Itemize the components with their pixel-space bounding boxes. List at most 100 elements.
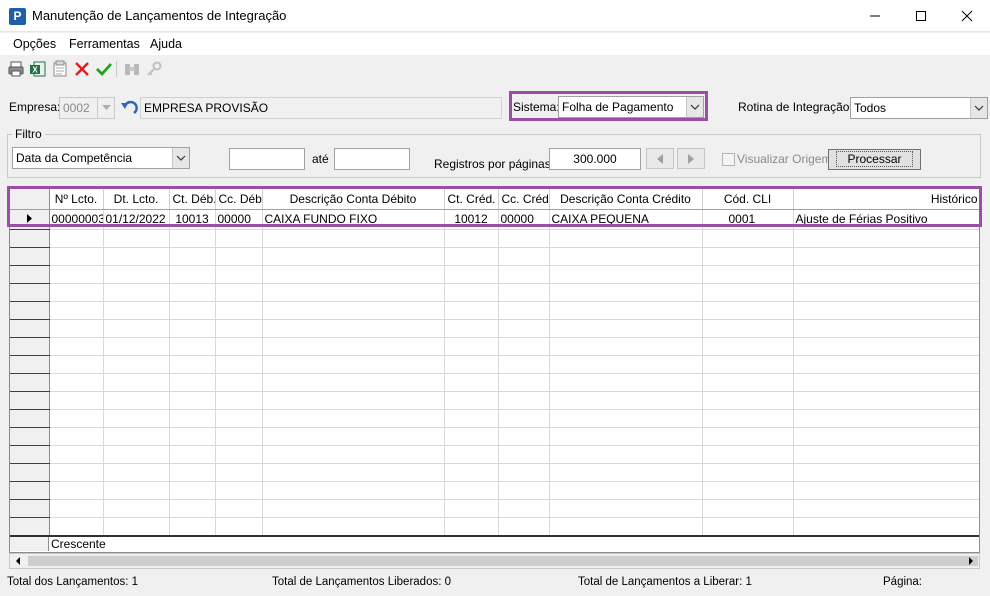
empty-cell (793, 355, 979, 374)
date-type-dropdown-button[interactable] (172, 148, 189, 168)
empty-cell (702, 337, 794, 356)
empty-cell (498, 391, 550, 410)
print-button[interactable] (7, 60, 25, 78)
date-to-input[interactable] (334, 148, 410, 170)
menu-ferramentas[interactable]: Ferramentas (69, 37, 140, 51)
empty-cell (702, 427, 794, 446)
delete-button[interactable] (73, 60, 91, 78)
prev-page-button[interactable] (646, 148, 674, 169)
empty-cell (49, 337, 104, 356)
empty-cell (549, 499, 703, 518)
empty-cell (549, 463, 703, 482)
excel-export-icon: X (30, 61, 46, 77)
excel-export-button[interactable]: X (29, 60, 47, 78)
empty-cell (793, 337, 979, 356)
empty-cell (262, 463, 445, 482)
empty-cell (793, 427, 979, 446)
empty-cell (103, 499, 170, 518)
empty-cell (103, 391, 170, 410)
empty-cell (169, 409, 216, 428)
empty-cell (793, 373, 979, 392)
empty-table-row (10, 229, 979, 248)
row-indicator (10, 517, 50, 536)
toolbar-separator (116, 61, 117, 77)
date-type-combo[interactable]: Data da Competência (12, 147, 190, 169)
rotina-dropdown-button[interactable] (970, 98, 987, 118)
visualizar-origem-checkbox[interactable] (722, 153, 735, 166)
menu-opcoes[interactable]: Opções (13, 37, 56, 51)
horizontal-scrollbar[interactable] (9, 553, 980, 569)
empty-cell (103, 517, 170, 536)
close-button[interactable] (944, 0, 990, 32)
empty-cell (103, 229, 170, 248)
empty-cell (215, 427, 263, 446)
empty-cell (444, 319, 499, 338)
empty-cell (103, 373, 170, 392)
empresa-name-field: EMPRESA PROVISÃO (140, 97, 502, 119)
row-indicator (10, 283, 50, 302)
maximize-button[interactable] (898, 0, 944, 32)
empty-cell (169, 373, 216, 392)
row-indicator (10, 445, 50, 464)
records-per-page-input[interactable]: 300.000 (549, 148, 641, 170)
process-button[interactable]: Processar (828, 149, 921, 170)
scroll-right-button[interactable] (963, 554, 979, 568)
confirm-button[interactable] (95, 60, 113, 78)
empty-cell (49, 481, 104, 500)
empty-cell (262, 391, 445, 410)
notes-button[interactable] (51, 60, 69, 78)
empty-cell (498, 355, 550, 374)
empty-cell (793, 283, 979, 302)
row-indicator (10, 229, 50, 248)
delete-icon (75, 62, 89, 76)
empresa-lookup-button[interactable] (118, 97, 140, 119)
row-indicator (10, 319, 50, 338)
date-from-input[interactable] (229, 148, 305, 170)
empty-table-row (10, 373, 979, 392)
empty-cell (215, 265, 263, 284)
empty-cell (702, 229, 794, 248)
empty-cell (444, 463, 499, 482)
empresa-code-combo[interactable]: 0002 (59, 97, 115, 119)
empty-cell (549, 373, 703, 392)
empty-cell (49, 409, 104, 428)
empresa-dropdown-button[interactable] (97, 98, 114, 118)
row-indicator (10, 499, 50, 518)
empty-cell (215, 229, 263, 248)
key-button[interactable] (145, 60, 163, 78)
menu-ajuda[interactable]: Ajuda (150, 37, 182, 51)
rotina-combo[interactable]: Todos (850, 97, 988, 119)
empty-cell (215, 301, 263, 320)
empty-cell (793, 391, 979, 410)
sistema-combo[interactable]: Folha de Pagamento (558, 96, 704, 118)
empty-cell (444, 499, 499, 518)
empty-cell (49, 355, 104, 374)
empty-cell (215, 337, 263, 356)
empty-cell (103, 409, 170, 428)
status-total-liberados: Total de Lançamentos Liberados: 0 (272, 576, 452, 588)
scroll-thumb[interactable] (28, 556, 978, 566)
lancamentos-grid: Nº Lcto. Dt. Lcto. Ct. Déb. Cc. Déb. Des… (9, 188, 980, 553)
empty-cell (549, 301, 703, 320)
sistema-dropdown-button[interactable] (686, 97, 703, 117)
empty-cell (169, 247, 216, 266)
row-indicator (10, 247, 50, 266)
empty-cell (262, 445, 445, 464)
status-bar: Total dos Lançamentos: 1 Total de Lançam… (0, 572, 990, 594)
scroll-left-button[interactable] (10, 554, 26, 568)
next-page-button[interactable] (677, 148, 705, 169)
empty-cell (444, 229, 499, 248)
empty-cell (444, 445, 499, 464)
empty-table-row (10, 517, 979, 536)
empty-cell (444, 517, 499, 536)
empty-cell (262, 481, 445, 500)
search-binoculars-button[interactable] (123, 60, 141, 78)
minimize-button[interactable] (852, 0, 898, 32)
status-total-lancamentos: Total dos Lançamentos: 1 (7, 576, 139, 588)
empty-cell (444, 373, 499, 392)
empty-cell (262, 337, 445, 356)
empty-cell (793, 265, 979, 284)
empty-cell (169, 301, 216, 320)
binoculars-icon (125, 64, 139, 75)
empty-cell (103, 463, 170, 482)
